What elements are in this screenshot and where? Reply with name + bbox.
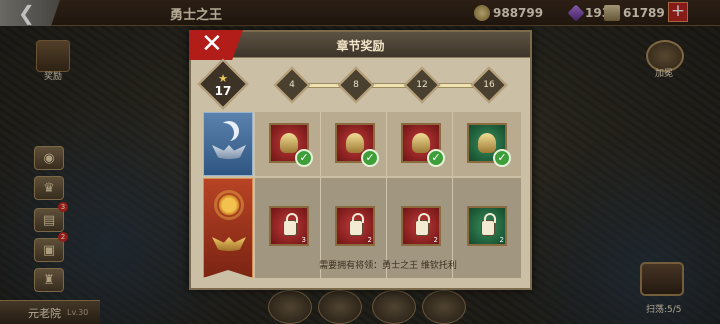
- milestone-value: 16: [483, 80, 495, 90]
- gladiator-helmet-reward[interactable]: ✓: [269, 123, 313, 167]
- reward-quantity: 3: [301, 236, 306, 244]
- star-count: 17: [214, 83, 232, 98]
- moon-icon: [219, 121, 239, 141]
- check-icon: ✓: [295, 149, 313, 167]
- crown-reward[interactable]: ✓: [401, 123, 445, 167]
- milestone: 16: [470, 66, 508, 104]
- close-icon: ✕: [201, 29, 223, 59]
- star-progress: ★ 17 4 8 12 16: [191, 58, 530, 114]
- reward-quantity: 2: [433, 236, 438, 244]
- milestone-value: 12: [416, 80, 428, 90]
- dialog-title: 章节奖励: [336, 39, 385, 53]
- reward-cell: ✓: [453, 112, 519, 176]
- milestone-value: 4: [289, 80, 295, 90]
- progress-track: [291, 83, 487, 88]
- reward-row-claimed: ✓ ✓ ✓ ✓: [255, 112, 521, 176]
- gladiator-helmet-reward-locked[interactable]: 3: [269, 206, 309, 246]
- reward-quantity: 2: [499, 236, 504, 244]
- check-icon: ✓: [361, 149, 379, 167]
- milestone: 12: [403, 66, 441, 104]
- silver-tier-banner: [203, 112, 253, 176]
- reward-quantity: 2: [367, 236, 372, 244]
- milestone: 8: [337, 66, 375, 104]
- milestone: 4: [273, 66, 311, 104]
- gold-tier-banner: [203, 178, 253, 278]
- star-total: ★ 17: [205, 67, 241, 103]
- reward-cell: ✓: [387, 112, 453, 176]
- reward-cell: ✓: [255, 112, 321, 176]
- lock-icon: [415, 213, 430, 236]
- requirement-text: 需要拥有将领：勇士之王 维钦托利: [319, 261, 457, 271]
- dialog-header: 章节奖励: [191, 32, 530, 58]
- lock-icon: [349, 213, 364, 236]
- milestone-value: 8: [353, 80, 359, 90]
- eagle-icon: [212, 237, 246, 251]
- bracelet-icon: [346, 133, 364, 153]
- reward-grid: ✓ ✓ ✓ ✓ 3 2 2 2 需要拥有将领：勇士之王 维钦托利: [203, 112, 521, 278]
- star-icon: ★: [218, 71, 228, 85]
- crown-icon: [412, 133, 430, 153]
- gladiator-helmet-icon: [280, 133, 298, 153]
- chapter-reward-dialog: 章节奖励 ✕ ★ 17 4 8 12 16 ✓ ✓ ✓ ✓ 3 2 2 2 需要…: [189, 30, 532, 290]
- lock-icon: [283, 213, 298, 236]
- armor-reward-locked[interactable]: 2: [467, 206, 507, 246]
- sun-icon: [217, 193, 241, 217]
- bracelet-reward-locked[interactable]: 2: [335, 206, 375, 246]
- check-icon: ✓: [493, 149, 511, 167]
- eagle-icon: [212, 145, 246, 159]
- check-icon: ✓: [427, 149, 445, 167]
- bracelet-reward[interactable]: ✓: [335, 123, 379, 167]
- lock-icon: [481, 213, 496, 236]
- reward-cell: ✓: [321, 112, 387, 176]
- armor-icon: [478, 133, 496, 153]
- armor-reward[interactable]: ✓: [467, 123, 511, 167]
- crown-reward-locked[interactable]: 2: [401, 206, 441, 246]
